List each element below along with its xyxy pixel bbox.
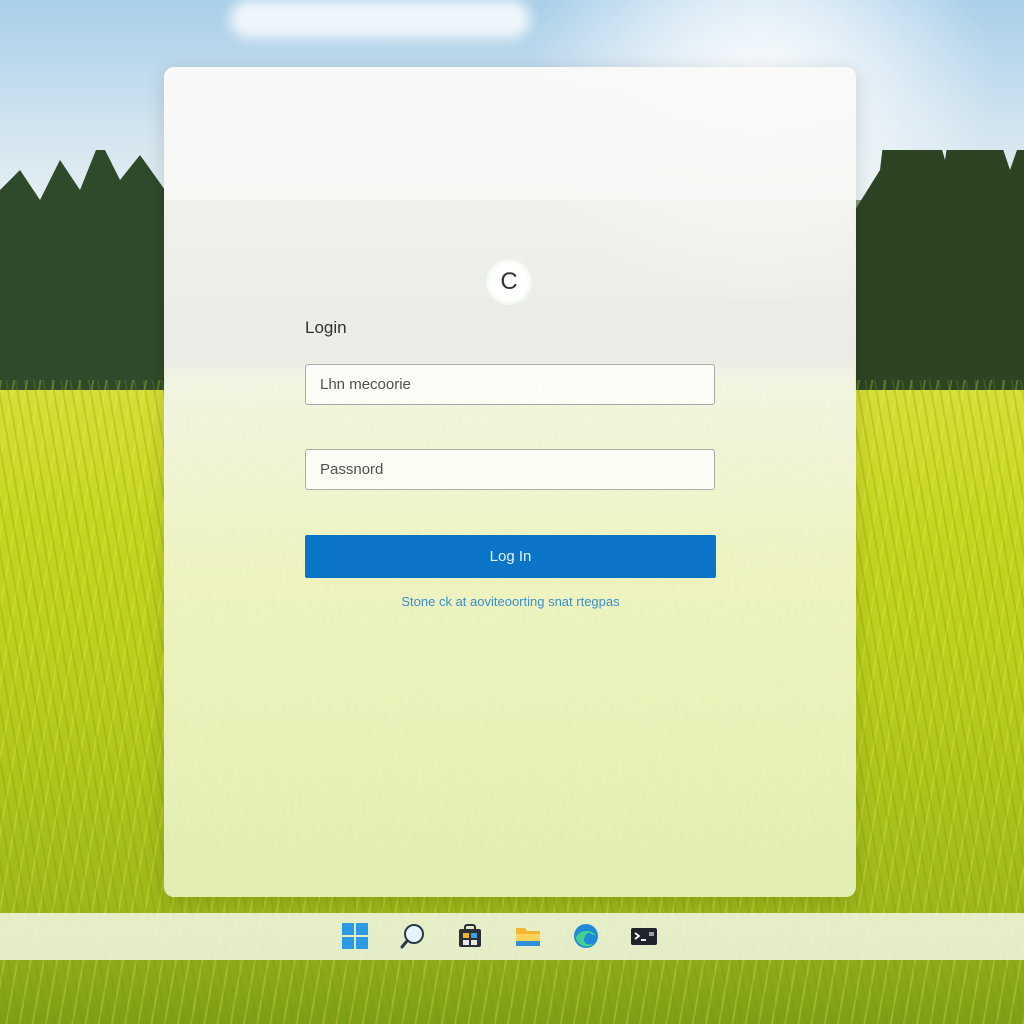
password-input[interactable] [305,449,715,490]
app-logo: C [486,259,532,305]
desktop: C Login Log In Stone ck at aoviteoorting… [0,0,1024,1024]
username-input[interactable] [305,364,715,405]
windows-start-icon[interactable] [340,921,370,951]
file-explorer-icon[interactable] [513,921,543,951]
logo-letter: C [500,268,518,295]
help-link[interactable]: Stone ck at aoviteoorting snat rtegpas [305,594,716,609]
login-card: C Login Log In Stone ck at aoviteoorting… [164,67,856,897]
search-icon[interactable] [398,921,428,951]
edge-browser-icon[interactable] [571,921,601,951]
login-heading: Login [305,318,347,337]
store-icon[interactable] [455,921,485,951]
terminal-icon[interactable] [629,921,659,951]
cloud [230,0,530,38]
login-button[interactable]: Log In [305,535,716,578]
taskbar [0,913,1024,960]
